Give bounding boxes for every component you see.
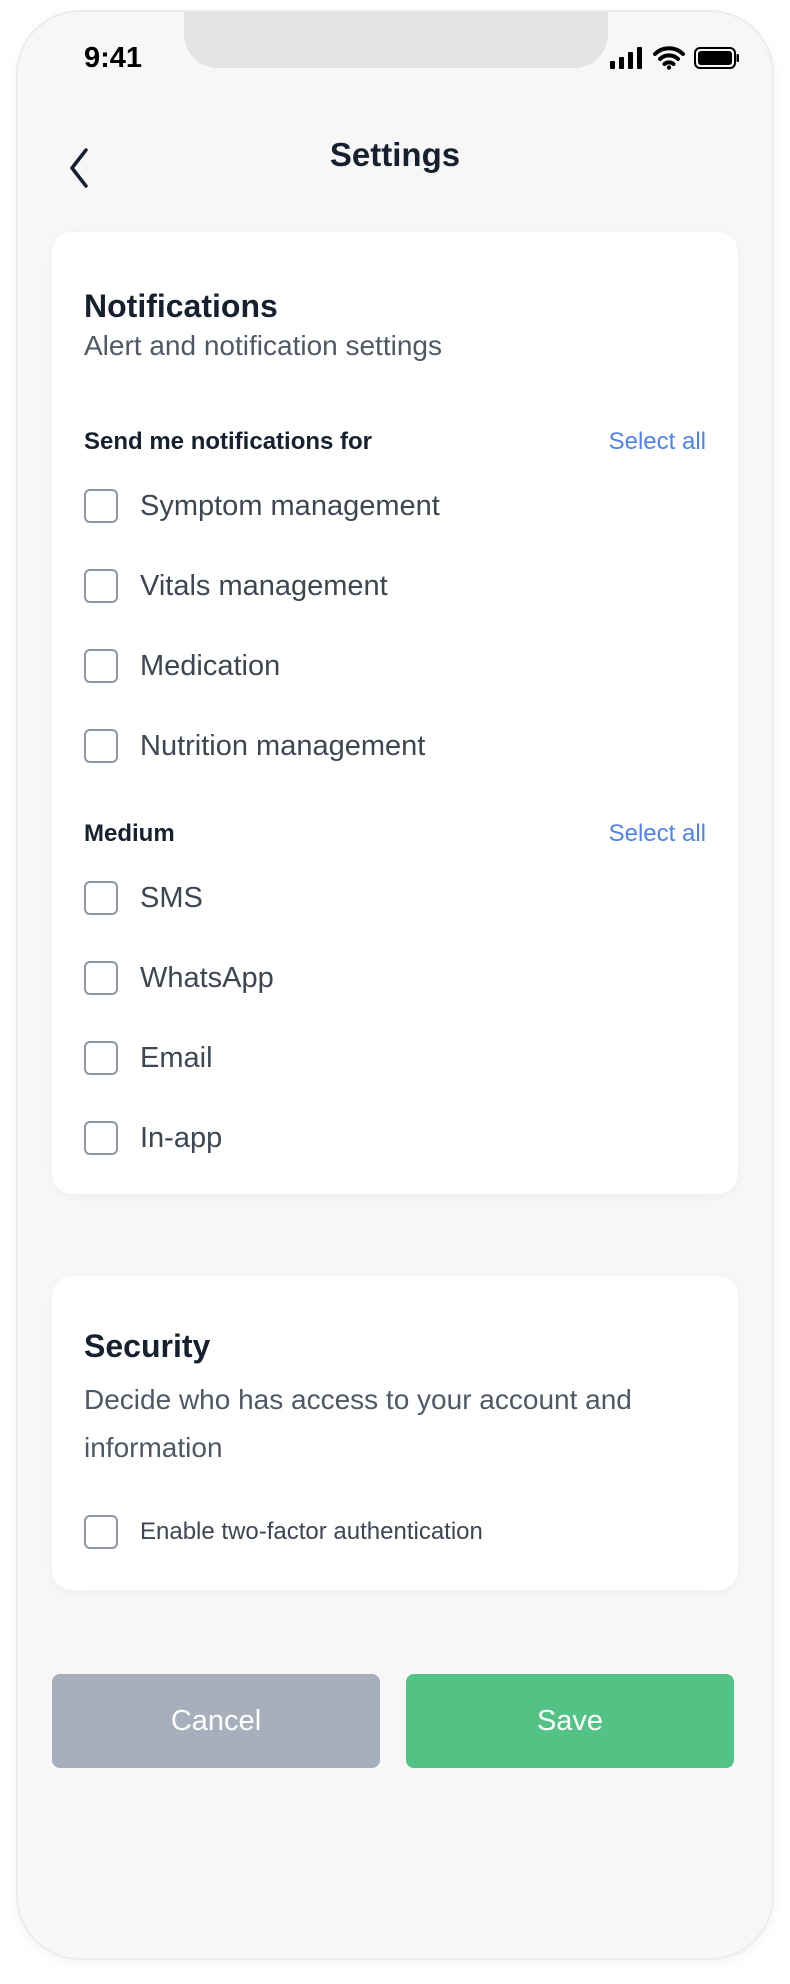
checkbox[interactable] xyxy=(84,569,118,603)
security-subtitle: Decide who has access to your account an… xyxy=(84,1384,632,1463)
checkbox-row-in-app[interactable]: In-app xyxy=(84,1118,706,1158)
checkbox-row-nutrition-management[interactable]: Nutrition management xyxy=(84,726,706,766)
checkbox-row-email[interactable]: Email xyxy=(84,1038,706,1078)
checkbox[interactable] xyxy=(84,489,118,523)
checkbox-label: Symptom management xyxy=(140,489,440,522)
notifications-card: Notifications Alert and notification set… xyxy=(52,232,738,1194)
checkbox[interactable] xyxy=(84,1515,118,1549)
checkbox-row-whatsapp[interactable]: WhatsApp xyxy=(84,958,706,998)
checkbox-row-vitals-management[interactable]: Vitals management xyxy=(84,566,706,606)
cancel-button[interactable]: Cancel xyxy=(52,1674,380,1768)
checkbox[interactable] xyxy=(84,1121,118,1155)
checkbox-label: SMS xyxy=(140,881,203,914)
security-title: Security xyxy=(84,1328,211,1364)
notifications-title: Notifications xyxy=(84,288,278,324)
phone-frame: 9:41 Settings Notifications Alert and no… xyxy=(18,12,772,1958)
send-notifications-label: Send me notifications for xyxy=(84,428,373,455)
checkbox[interactable] xyxy=(84,1041,118,1075)
checkbox-row-two-factor[interactable]: Enable two-factor authentication xyxy=(84,1512,706,1552)
checkbox[interactable] xyxy=(84,729,118,763)
security-card: Security Decide who has access to your a… xyxy=(52,1276,738,1590)
notifications-subtitle: Alert and notification settings xyxy=(84,330,442,361)
status-time: 9:41 xyxy=(84,42,143,74)
checkbox-label: WhatsApp xyxy=(140,961,274,994)
checkbox-label: Enable two-factor authentication xyxy=(140,1518,483,1545)
checkbox-row-sms[interactable]: SMS xyxy=(84,878,706,918)
wifi-icon xyxy=(653,46,685,70)
checkbox[interactable] xyxy=(84,961,118,995)
checkbox-label: Nutrition management xyxy=(140,729,426,762)
checkbox-row-medication[interactable]: Medication xyxy=(84,646,706,686)
checkbox-row-symptom-management[interactable]: Symptom management xyxy=(84,486,706,526)
notch xyxy=(184,12,608,68)
checkbox[interactable] xyxy=(84,881,118,915)
status-icons xyxy=(610,46,740,70)
save-button[interactable]: Save xyxy=(406,1674,734,1768)
page-title: Settings xyxy=(329,136,461,173)
medium-label: Medium xyxy=(84,820,175,847)
checkbox-label: In-app xyxy=(140,1121,223,1154)
battery-icon xyxy=(694,47,739,69)
checkbox-label: Vitals management xyxy=(140,569,388,602)
checkbox[interactable] xyxy=(84,649,118,683)
select-all-topics-link[interactable]: Select all xyxy=(609,428,706,456)
signal-icon xyxy=(610,47,642,69)
select-all-medium-link[interactable]: Select all xyxy=(609,820,706,848)
checkbox-label: Medication xyxy=(140,649,281,682)
checkbox-label: Email xyxy=(140,1041,213,1074)
